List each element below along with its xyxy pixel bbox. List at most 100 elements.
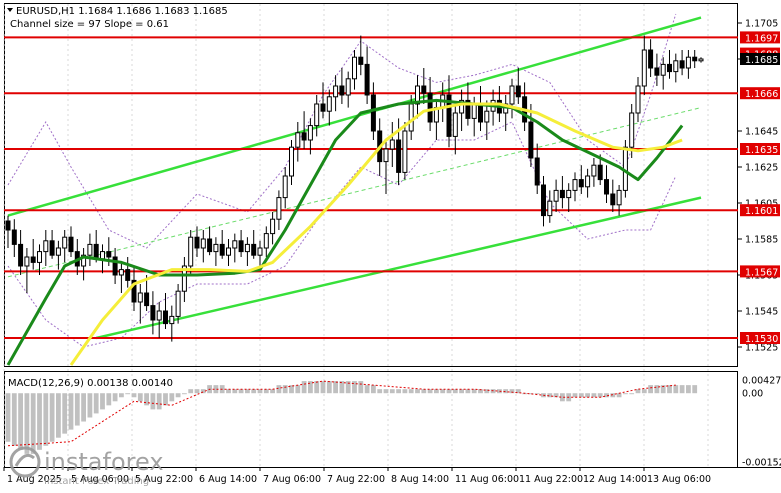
candle-body	[24, 256, 30, 267]
candle-body	[307, 125, 313, 141]
candle-body	[610, 193, 616, 206]
candle-body	[471, 103, 477, 119]
macd-histogram-bar	[623, 393, 628, 395]
candle-body	[219, 243, 225, 256]
price-tag-label: 1.1567	[745, 267, 778, 278]
candle-body	[106, 251, 112, 258]
candle-body	[673, 60, 679, 73]
price-tick-label: 1.1545	[745, 307, 778, 318]
macd-histogram-bar	[578, 393, 584, 398]
macd-histogram-bar	[692, 385, 698, 394]
candle-body	[364, 63, 370, 96]
macd-histogram-bar	[112, 393, 118, 402]
time-tick-label: 11 Aug 06:00	[455, 474, 519, 485]
candle-body	[585, 175, 591, 188]
candle-body	[478, 103, 483, 123]
macd-histogram-bar	[547, 393, 553, 398]
macd-histogram-bar	[421, 389, 427, 394]
macd-histogram-bar	[320, 381, 326, 394]
macd-tick-label: 0.00427	[742, 376, 781, 387]
candle-body	[358, 56, 364, 65]
macd-histogram-bar	[616, 393, 622, 398]
candle-body	[100, 251, 105, 260]
price-tick-label: 1.1585	[745, 235, 778, 246]
candle-body	[37, 251, 42, 263]
macd-histogram-bar	[175, 393, 181, 398]
macd-tick-label: 0.00	[742, 389, 763, 400]
macd-histogram-bar	[641, 389, 647, 394]
macd-histogram-bar	[402, 389, 408, 394]
candle-body	[591, 164, 597, 177]
macd-histogram-bar	[11, 393, 17, 446]
candle-body	[314, 103, 320, 127]
macd-histogram-bar	[333, 381, 338, 394]
macd-histogram-bar	[295, 385, 301, 394]
macd-histogram-bar	[257, 389, 263, 394]
candle-body	[509, 85, 515, 105]
candle-body	[11, 229, 17, 245]
macd-histogram-bar	[125, 393, 131, 395]
candle-body	[43, 240, 49, 253]
logo-brand-text: instaforex	[44, 448, 164, 476]
candle-body	[213, 243, 219, 253]
macd-histogram-bar	[465, 389, 471, 394]
macd-histogram-bar	[156, 393, 162, 410]
price-chart-svg[interactable]: 1.17051.16851.16451.16251.16051.15851.15…	[0, 0, 781, 489]
macd-histogram-bar	[408, 389, 414, 394]
macd-histogram-bar	[377, 389, 383, 394]
candle-body	[667, 63, 672, 73]
macd-histogram-bar	[446, 389, 452, 394]
candle-body	[30, 256, 36, 263]
channel-info: Channel size = 97 Slope = 0.61	[10, 19, 169, 30]
macd-histogram-bar	[150, 393, 156, 410]
candle-body	[194, 236, 200, 249]
price-tick-label: 1.1705	[745, 19, 778, 30]
candle-body	[389, 139, 395, 150]
logo-tagline: Instant Forex Trading	[44, 476, 149, 487]
candle-body	[547, 200, 553, 217]
macd-histogram-bar	[389, 389, 395, 394]
macd-histogram-bar	[314, 381, 320, 394]
candle-body	[276, 197, 282, 220]
macd-histogram-bar	[371, 385, 376, 394]
chart-root: 1.17051.16851.16451.16251.16051.15851.15…	[0, 0, 781, 489]
macd-title: MACD(12,26,9) 0.00138 0.00140	[8, 378, 173, 389]
macd-histogram-bar	[427, 389, 433, 394]
candle-body	[629, 112, 635, 148]
candle-body	[137, 292, 143, 303]
macd-histogram-bar	[232, 389, 238, 394]
candle-body	[238, 240, 244, 253]
candle-body	[226, 247, 231, 256]
macd-histogram-bar	[251, 389, 257, 394]
macd-histogram-bar	[131, 393, 137, 398]
candle-body	[118, 269, 124, 276]
macd-histogram-bar	[679, 385, 685, 394]
macd-histogram-bar	[572, 393, 578, 398]
candle-body	[635, 85, 641, 114]
candle-body	[553, 189, 559, 202]
macd-histogram-bar	[352, 381, 357, 394]
macd-histogram-bar	[5, 393, 11, 442]
macd-histogram-bar	[276, 385, 282, 394]
macd-histogram-bar	[654, 385, 660, 394]
candle-body	[352, 56, 357, 80]
macd-histogram-bar	[106, 393, 112, 406]
time-tick-label: 12 Aug 14:00	[583, 474, 647, 485]
candle-body	[692, 56, 698, 62]
macd-histogram-bar	[163, 393, 168, 406]
candle-body	[572, 179, 578, 191]
macd-histogram-bar	[188, 389, 194, 394]
candle-body	[484, 110, 490, 123]
macd-histogram-bar	[270, 389, 275, 394]
candle-body	[383, 148, 389, 163]
macd-histogram-bar	[119, 393, 124, 398]
candle-body	[402, 130, 408, 173]
time-tick-label: 8 Aug 14:00	[391, 474, 449, 485]
time-tick-label: 7 Aug 06:00	[263, 474, 321, 485]
candle-body	[654, 67, 660, 76]
candle-body	[144, 292, 150, 307]
candle-body	[534, 157, 540, 186]
candle-body	[270, 218, 276, 235]
candle-body	[232, 240, 238, 249]
macd-histogram-bar	[434, 389, 439, 394]
